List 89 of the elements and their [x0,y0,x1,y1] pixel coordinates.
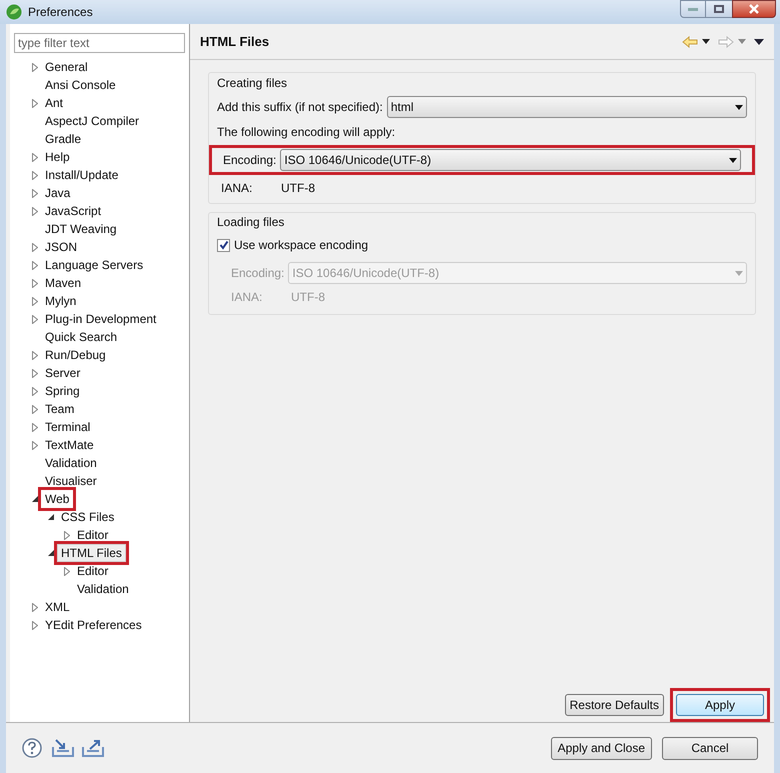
collapsed-arrow-icon[interactable] [30,260,40,270]
tree-item[interactable]: Help [41,148,74,166]
tree-item[interactable]: Web [41,490,74,508]
tree-item[interactable]: HTML Files [57,544,126,562]
tree-item[interactable]: Language Servers [41,256,148,274]
tree-item[interactable]: CSS Files [57,508,118,526]
close-icon [748,4,760,14]
field-label: IANA: [231,289,264,306]
expanded-arrow-icon[interactable] [30,494,40,504]
tree-item[interactable]: YEdit Preferences [41,616,146,634]
collapsed-arrow-icon[interactable] [30,62,40,72]
tree-item[interactable]: Terminal [41,418,94,436]
collapsed-arrow-icon[interactable] [30,422,40,432]
tree-item[interactable]: Gradle [41,130,86,148]
collapsed-arrow-icon[interactable] [30,206,40,216]
expanded-arrow-icon[interactable] [46,512,56,522]
collapsed-arrow-icon[interactable] [62,566,72,576]
dialog-button[interactable]: Cancel [662,736,758,760]
page-button[interactable]: Restore Defaults [564,694,664,716]
tree-item[interactable]: Maven [41,274,86,292]
app-logo-icon [6,4,22,20]
tree-item[interactable]: JSON [41,238,82,256]
tree-item[interactable]: General [41,58,92,76]
maximize-button[interactable] [706,0,732,18]
collapsed-arrow-icon[interactable] [30,152,40,162]
export-icon[interactable] [82,739,104,757]
tree-item[interactable]: TextMate [41,436,98,454]
tree-item[interactable]: Editor [73,562,112,580]
view-menu-icon[interactable] [754,38,764,44]
group-title: Creating files [217,75,288,92]
tree-item[interactable]: Spring [41,382,84,400]
tree-item[interactable]: JDT Weaving [41,220,121,238]
collapsed-arrow-icon[interactable] [30,98,40,108]
info-text: The following encoding will apply: [217,124,396,141]
collapsed-arrow-icon[interactable] [62,530,72,540]
tree-item[interactable]: Java [41,184,74,202]
dropdown-icon[interactable] [702,39,710,44]
field-label: IANA: [221,180,254,197]
collapsed-arrow-icon[interactable] [30,602,40,612]
tree-item[interactable]: JavaScript [41,202,106,220]
field-value: UTF-8 [291,289,325,306]
tree-item[interactable]: Run/Debug [41,346,110,364]
tree-item[interactable]: Editor [73,526,112,544]
field-value: UTF-8 [281,180,315,197]
collapsed-arrow-icon[interactable] [30,314,40,324]
dropdown-arrow-icon [735,270,743,276]
collapsed-arrow-icon[interactable] [30,296,40,306]
import-icon[interactable] [52,739,74,757]
group-title: Loading files [217,214,286,231]
suffix-dropdown[interactable]: html [386,96,747,118]
dialog-button[interactable]: Apply and Close [550,736,652,760]
expanded-arrow-icon[interactable] [46,548,56,558]
encoding-dropdown[interactable]: ISO 10646/Unicode(UTF-8) [280,149,741,171]
field-label: Encoding: [223,152,276,169]
tree-item[interactable]: Mylyn [41,292,80,310]
field-label: Encoding: [231,265,284,282]
tree-item[interactable]: Validation [73,580,133,598]
collapsed-arrow-icon[interactable] [30,188,40,198]
collapsed-arrow-icon[interactable] [30,440,40,450]
dropdown-arrow-icon [729,158,737,162]
collapsed-arrow-icon[interactable] [30,170,40,180]
collapsed-arrow-icon[interactable] [30,368,40,378]
collapsed-arrow-icon[interactable] [30,242,40,252]
tree-item[interactable]: Ant [41,94,68,112]
filter-field[interactable]: type filter text [14,33,185,53]
minimize-button[interactable] [680,0,706,18]
forward-arrow-icon[interactable] [718,36,734,48]
window-title: Preferences [28,4,93,21]
tree-item[interactable]: Quick Search [41,328,122,346]
page-title: HTML Files [200,32,270,51]
tree-item[interactable]: Visualiser [41,472,101,490]
collapsed-arrow-icon[interactable] [30,278,40,288]
tree-item[interactable]: Validation [41,454,101,472]
dropdown-arrow-icon [735,104,743,110]
tree-item[interactable]: Install/Update [41,166,122,184]
help-icon[interactable] [22,738,42,758]
tree-item[interactable]: XML [41,598,74,616]
collapsed-arrow-icon[interactable] [30,386,40,396]
close-button[interactable] [732,0,776,18]
collapsed-arrow-icon[interactable] [30,620,40,630]
page-button[interactable]: Apply [676,694,764,716]
tree-item[interactable]: Ansi Console [41,76,120,94]
tree-item[interactable]: Server [41,364,84,382]
collapsed-arrow-icon[interactable] [30,404,40,414]
collapsed-arrow-icon[interactable] [30,350,40,360]
field-label: Add this suffix (if not specified): [217,99,383,116]
tree-item[interactable]: Plug-in Development [41,310,160,328]
tree-item[interactable]: Team [41,400,78,418]
tree-item[interactable]: AspectJ Compiler [41,112,144,130]
